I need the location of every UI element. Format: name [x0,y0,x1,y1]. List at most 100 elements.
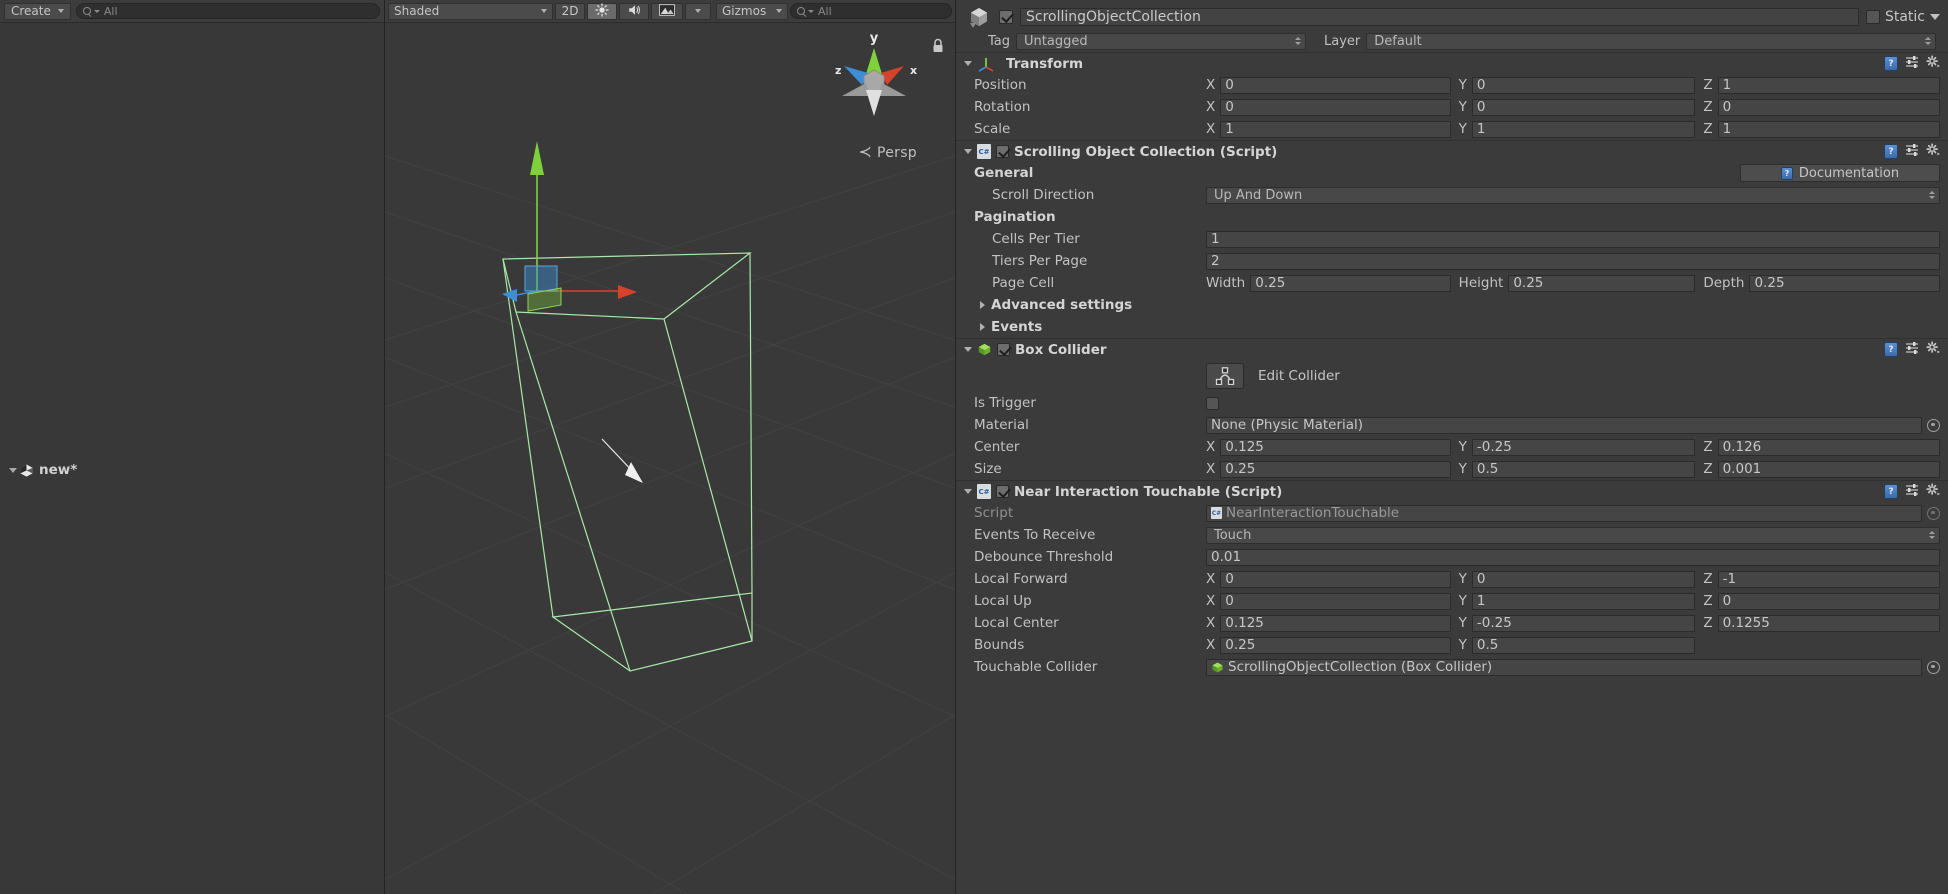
scene-lock-icon[interactable] [931,38,945,58]
local-forward-x-input[interactable]: 0 [1220,571,1450,588]
settings-gear-icon[interactable] [1926,55,1940,73]
component-enabled-checkbox[interactable] [997,343,1010,356]
scene-audio-button[interactable] [619,3,649,20]
tiers-per-page-input[interactable]: 2 [1206,253,1940,270]
physic-material-object-field[interactable]: None (Physic Material) [1206,417,1922,434]
layer-label: Layer [1324,34,1360,49]
rotation-x-input[interactable]: 0 [1220,99,1450,116]
expand-arrow-icon[interactable] [964,347,972,352]
events-to-receive-dropdown[interactable]: Touch [1206,527,1940,544]
settings-gear-icon[interactable] [1926,341,1940,359]
layer-dropdown[interactable]: Default [1366,33,1936,50]
center-x-input[interactable]: 0.125 [1220,439,1450,456]
center-y-input[interactable]: -0.25 [1472,439,1695,456]
local-up-x-input[interactable]: 0 [1220,593,1450,610]
component-header-transform[interactable]: Transform ? [956,52,1948,74]
expand-arrow-icon[interactable] [980,301,985,309]
expand-arrow-icon[interactable] [964,489,972,494]
touchable-collider-object-field[interactable]: ScrollingObjectCollection (Box Collider) [1206,659,1922,676]
component-enabled-checkbox[interactable] [996,145,1009,158]
size-z-input[interactable]: 0.001 [1718,461,1940,478]
soc-events-foldout[interactable]: Events [956,316,1948,338]
soc-advanced-settings-foldout[interactable]: Advanced settings [956,294,1948,316]
rotation-y-input[interactable]: 0 [1472,99,1695,116]
hierarchy-search-input[interactable]: All [76,3,380,19]
help-icon[interactable]: ? [1884,144,1898,159]
scene-lighting-button[interactable] [587,3,617,20]
edit-collider-button[interactable] [1206,363,1244,389]
vector3-field: X 0 Y 1 Z 0 [1206,593,1948,610]
page-cell-height: Height 0.25 [1451,275,1696,292]
hierarchy-item-scene[interactable]: new* [0,23,384,894]
scene-viewport[interactable]: y z x [385,23,955,894]
component-header-scrolling-object-collection[interactable]: C# Scrolling Object Collection (Script) … [956,140,1948,162]
preset-icon[interactable] [1905,143,1919,160]
scale-y-input[interactable]: 1 [1472,121,1695,138]
preset-icon[interactable] [1905,483,1919,500]
expand-arrow-icon[interactable] [964,149,972,154]
local-center-z-input[interactable]: 0.1255 [1718,615,1940,632]
scale-z-input[interactable]: 1 [1718,121,1940,138]
documentation-button[interactable]: ? Documentation [1740,164,1940,182]
box-collider-icon [1211,661,1224,674]
expand-arrow-icon[interactable] [6,468,19,473]
local-forward-z-input[interactable]: -1 [1718,571,1940,588]
rotation-z-input[interactable]: 0 [1718,99,1940,116]
size-y-input[interactable]: 0.5 [1472,461,1695,478]
toggle-2d-button[interactable]: 2D [555,3,585,20]
object-picker-icon[interactable] [1927,661,1940,674]
page-cell-width-input[interactable]: 0.25 [1250,275,1450,292]
center-z-input[interactable]: 0.126 [1718,439,1940,456]
script-object-field[interactable]: C# NearInteractionTouchable [1206,505,1922,522]
component-header-near-interaction-touchable[interactable]: C# Near Interaction Touchable (Script) ? [956,480,1948,502]
component-enabled-checkbox[interactable] [996,485,1009,498]
scene-search-input[interactable]: All [790,3,952,19]
help-icon[interactable]: ? [1884,56,1898,71]
local-center-y-input[interactable]: -0.25 [1472,615,1695,632]
draw-mode-label: Shaded [394,4,439,18]
chevron-down-icon[interactable] [1930,14,1940,20]
scene-fx-dropdown[interactable] [685,3,711,20]
position-y-input[interactable]: 0 [1472,77,1695,94]
gameobject-enabled-checkbox[interactable] [999,10,1013,24]
preset-icon[interactable] [1905,55,1919,72]
expand-arrow-icon[interactable] [980,323,985,331]
row-label: Local Up [974,593,1206,609]
is-trigger-checkbox[interactable] [1206,397,1219,410]
settings-gear-icon[interactable] [1926,143,1940,161]
help-icon[interactable]: ? [1884,484,1898,499]
static-checkbox[interactable] [1866,10,1880,24]
create-button[interactable]: Create [4,3,71,20]
object-picker-icon[interactable] [1927,419,1940,432]
nit-script-row: Script C# NearInteractionTouchable [956,502,1948,524]
local-forward-y-input[interactable]: 0 [1472,571,1695,588]
page-cell-height-input[interactable]: 0.25 [1508,275,1695,292]
bounds-y-input[interactable]: 0.5 [1472,637,1695,654]
size-x-input[interactable]: 0.25 [1220,461,1450,478]
preset-icon[interactable] [1905,341,1919,358]
scene-search-placeholder: All [818,6,832,17]
help-icon[interactable]: ? [1884,342,1898,357]
position-z-input[interactable]: 1 [1718,77,1940,94]
gameobject-name-input[interactable]: ScrollingObjectCollection [1020,8,1859,26]
draw-mode-dropdown[interactable]: Shaded [388,3,553,20]
local-up-z-input[interactable]: 0 [1718,593,1940,610]
debounce-threshold-input[interactable]: 0.01 [1206,549,1940,566]
component-header-box-collider[interactable]: Box Collider ? [956,338,1948,360]
cells-per-tier-input[interactable]: 1 [1206,231,1940,248]
static-toggle-group[interactable]: Static [1866,9,1940,25]
bounds-x-input[interactable]: 0.25 [1220,637,1450,654]
scale-x-input[interactable]: 1 [1220,121,1450,138]
position-x-input[interactable]: 0 [1220,77,1450,94]
scene-fx-button[interactable] [651,3,683,20]
page-cell-width-label: Width [1206,275,1245,291]
scroll-direction-dropdown[interactable]: Up And Down [1206,187,1940,204]
page-cell-depth-input[interactable]: 0.25 [1749,275,1940,292]
local-up-y-input[interactable]: 1 [1472,593,1695,610]
gizmos-dropdown[interactable]: Gizmos [716,3,788,20]
local-center-x-input[interactable]: 0.125 [1220,615,1450,632]
settings-gear-icon[interactable] [1926,483,1940,501]
expand-arrow-icon[interactable] [964,61,972,66]
tag-dropdown[interactable]: Untagged [1016,33,1306,50]
scene-projection-label[interactable]: ≺ Persp [859,142,917,161]
